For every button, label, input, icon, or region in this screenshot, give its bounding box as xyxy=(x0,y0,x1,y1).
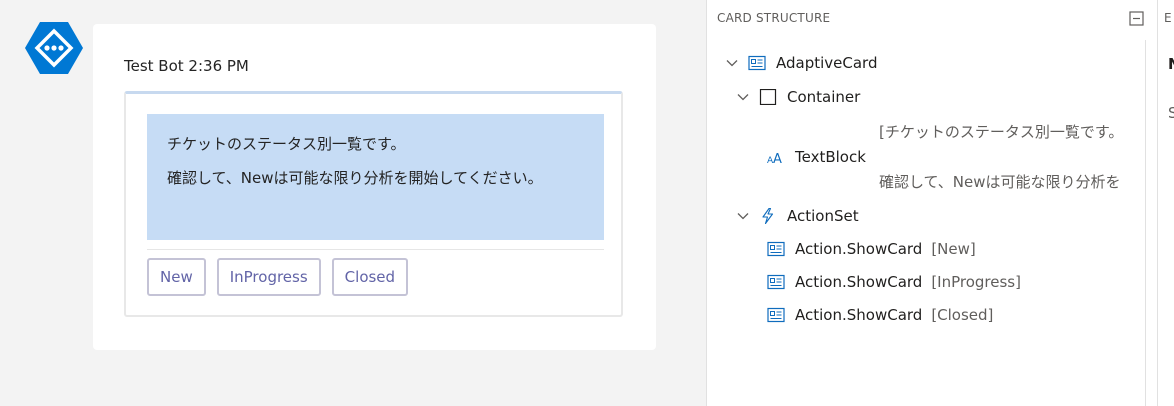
tree-node-action-closed[interactable]: Action.ShowCard [Closed] xyxy=(767,306,993,324)
message-header: Test Bot 2:36 PM xyxy=(124,57,249,75)
chevron-down-icon[interactable] xyxy=(737,91,749,103)
minus-square-icon[interactable] xyxy=(1129,11,1144,26)
textblock-preview-line2: 確認して、Newは可能な限り分析を xyxy=(879,173,1121,191)
tree-node-label: Action.ShowCard xyxy=(795,306,923,324)
panel-title-partial: E xyxy=(1164,11,1172,25)
tree-node-label: Action.ShowCard xyxy=(795,240,923,258)
card-text-line1: チケットのステータス別一覧です。 xyxy=(167,135,406,153)
tree-node-adaptivecard[interactable]: AdaptiveCard xyxy=(726,54,877,72)
adaptive-card: チケットのステータス別一覧です。 確認して、Newは可能な限り分析を開始してくだ… xyxy=(124,91,623,317)
card-actions: New InProgress Closed xyxy=(147,258,409,296)
tree-node-label: TextBlock xyxy=(795,148,866,166)
square-icon xyxy=(759,89,777,105)
tree-node-textblock[interactable]: AA TextBlock xyxy=(767,148,866,166)
tree-node-label: ActionSet xyxy=(787,207,859,225)
tree-node-label: AdaptiveCard xyxy=(776,54,878,72)
tree-node-meta: [InProgress] xyxy=(931,273,1021,291)
card-preview-pane: Test Bot 2:36 PM チケットのステータス別一覧です。 確認して、N… xyxy=(0,0,706,406)
tree-node-label: Action.ShowCard xyxy=(795,273,923,291)
element-properties-panel: E N S xyxy=(1157,0,1174,406)
panel-title: CARD STRUCTURE xyxy=(717,11,831,25)
card-text-line2: 確認して、Newは可能な限り分析を開始してください。 xyxy=(167,169,543,187)
panel-text-partial: S xyxy=(1168,104,1174,122)
tree-node-action-inprogress[interactable]: Action.ShowCard [InProgress] xyxy=(767,273,1021,291)
card-container: チケットのステータス別一覧です。 確認して、Newは可能な限り分析を開始してくだ… xyxy=(147,114,604,240)
panel-heading-partial: N xyxy=(1168,55,1174,73)
chevron-down-icon[interactable] xyxy=(737,210,749,222)
chevron-down-icon[interactable] xyxy=(726,57,738,69)
svg-text:A: A xyxy=(773,152,782,165)
card-icon xyxy=(767,274,785,290)
tree-node-meta: [New] xyxy=(931,240,976,258)
textblock-preview-line1: [チケットのステータス別一覧です。 xyxy=(879,123,1124,141)
card-icon xyxy=(767,307,785,323)
card-icon xyxy=(767,241,785,257)
message-bubble: Test Bot 2:36 PM チケットのステータス別一覧です。 確認して、N… xyxy=(93,24,656,350)
lightning-icon xyxy=(762,208,774,224)
panel-scroll-divider xyxy=(1145,40,1146,406)
card-structure-panel: CARD STRUCTURE AdaptiveCard Container [チ… xyxy=(706,0,1157,406)
tree-node-container[interactable]: Container xyxy=(737,88,860,106)
card-divider xyxy=(147,249,604,250)
action-closed-button[interactable]: Closed xyxy=(331,258,409,296)
tree-node-label: Container xyxy=(787,88,861,106)
tree-node-action-new[interactable]: Action.ShowCard [New] xyxy=(767,240,976,258)
card-icon xyxy=(748,55,766,71)
bot-avatar xyxy=(25,22,83,74)
tree-node-meta: [Closed] xyxy=(931,306,994,324)
text-aa-icon: AA xyxy=(767,152,782,165)
action-new-button[interactable]: New xyxy=(147,258,206,296)
azure-bot-hexagon-icon xyxy=(25,22,83,74)
action-inprogress-button[interactable]: InProgress xyxy=(216,258,321,296)
tree-node-actionset[interactable]: ActionSet xyxy=(737,207,859,225)
